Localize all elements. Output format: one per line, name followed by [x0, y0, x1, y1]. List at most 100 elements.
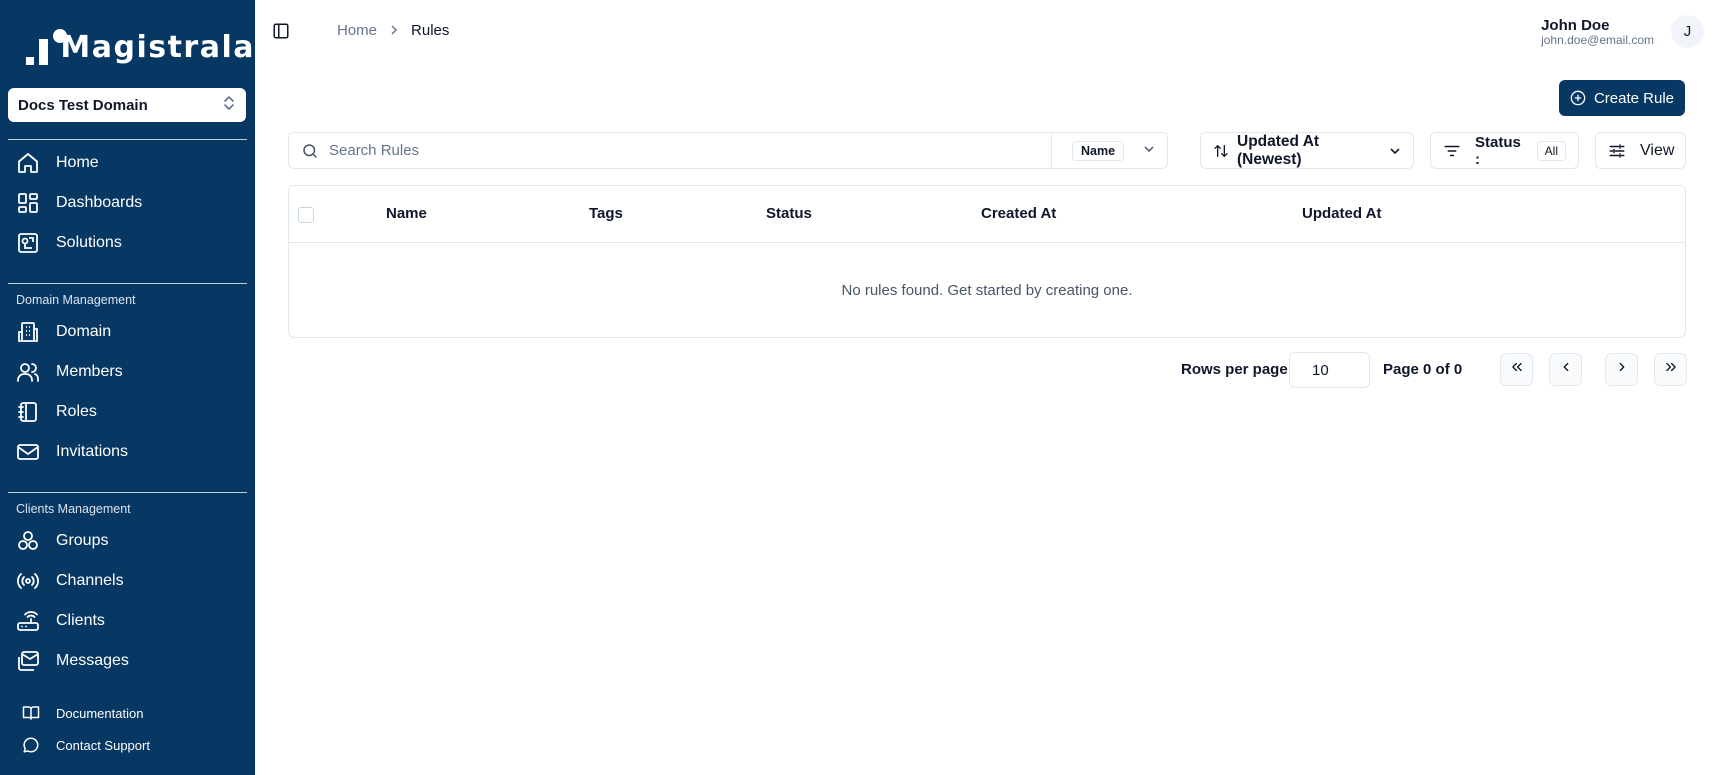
sidebar-item-groups[interactable]: Groups	[0, 523, 255, 559]
sidebar-item-label: Contact Support	[56, 737, 150, 753]
sidebar-divider	[8, 492, 247, 493]
radio-icon	[16, 569, 40, 593]
sidebar-item-clients[interactable]: Clients	[0, 603, 255, 639]
sidebar-item-channels[interactable]: Channels	[0, 563, 255, 599]
search-field-select[interactable]: Name	[1051, 133, 1167, 168]
table-header: Name Tags Status Created At Updated At	[289, 186, 1685, 243]
sidebar-divider	[8, 283, 247, 284]
page-indicator: Page 0 of 0	[1383, 361, 1463, 378]
home-icon	[16, 151, 40, 175]
magistrala-logo-icon	[26, 29, 67, 65]
notebook-icon	[16, 400, 40, 424]
pagination: Rows per page 10 Page 0 of 0	[255, 352, 1717, 388]
sort-button[interactable]: Updated At (Newest)	[1200, 132, 1414, 169]
create-rule-label: Create Rule	[1593, 89, 1675, 107]
chat-icon	[22, 736, 40, 754]
sidebar-item-domain[interactable]: Domain	[0, 314, 255, 350]
filter-icon	[1443, 142, 1461, 160]
messages-icon	[16, 649, 40, 673]
main-content: Home Rules John Doe john.doe@email.com J…	[255, 0, 1717, 775]
sidebar-item-documentation[interactable]: Documentation	[0, 700, 255, 726]
column-header-status[interactable]: Status	[766, 205, 812, 222]
last-page-button[interactable]	[1654, 353, 1687, 386]
select-all-checkbox[interactable]	[298, 207, 314, 223]
sidebar-item-label: Members	[56, 363, 123, 380]
sidebar-toggle-icon[interactable]	[272, 22, 292, 42]
search-bar: Name	[288, 132, 1168, 169]
sidebar-item-dashboards[interactable]: Dashboards	[0, 185, 255, 221]
view-label: View	[1640, 141, 1675, 159]
domain-selector[interactable]: Docs Test Domain	[8, 88, 246, 122]
chevron-down-icon	[1389, 145, 1401, 157]
logo[interactable]: Magistrala	[0, 0, 255, 94]
section-label-domain-management: Domain Management	[16, 293, 136, 307]
user-info[interactable]: John Doe john.doe@email.com	[1541, 17, 1654, 47]
rows-per-page-label: Rows per page	[1181, 361, 1288, 378]
sidebar-item-home[interactable]: Home	[0, 145, 255, 181]
brand-name: Magistrala	[60, 29, 255, 65]
sidebar: Magistrala Docs Test Domain Home Dashboa…	[0, 0, 255, 775]
users-icon	[16, 360, 40, 384]
section-label-clients-management: Clients Management	[16, 502, 131, 516]
column-header-tags[interactable]: Tags	[589, 205, 623, 222]
sort-arrows-icon	[1213, 143, 1229, 159]
sidebar-item-label: Channels	[56, 572, 124, 589]
sidebar-item-label: Invitations	[56, 443, 129, 460]
search-field-value: Name	[1072, 140, 1125, 161]
breadcrumb: Home Rules	[337, 22, 449, 39]
sidebar-item-label: Groups	[56, 532, 109, 549]
router-icon	[16, 609, 40, 633]
chevrons-up-down-icon	[222, 95, 236, 115]
plus-circle-icon	[1570, 90, 1586, 106]
sliders-icon	[1608, 142, 1626, 160]
empty-state-message: No rules found. Get started by creating …	[841, 282, 1133, 299]
user-email: john.doe@email.com	[1541, 33, 1654, 47]
sidebar-item-invitations[interactable]: Invitations	[0, 434, 255, 470]
chevron-right-icon	[1615, 360, 1629, 379]
sidebar-item-label: Roles	[56, 403, 97, 420]
sidebar-item-label: Solutions	[56, 234, 122, 251]
sidebar-item-label: Domain	[56, 323, 112, 340]
column-header-created-at[interactable]: Created At	[981, 205, 1056, 222]
dashboard-icon	[16, 191, 40, 215]
chevron-down-icon	[1143, 142, 1155, 160]
chevron-left-icon	[1559, 360, 1573, 379]
book-icon	[22, 704, 40, 722]
column-header-updated-at[interactable]: Updated At	[1302, 205, 1381, 222]
search-icon	[301, 142, 319, 160]
sidebar-item-label: Documentation	[56, 705, 144, 721]
domain-selector-value: Docs Test Domain	[18, 96, 148, 114]
rows-per-page-value: 10	[1312, 361, 1329, 379]
sidebar-item-solutions[interactable]: Solutions	[0, 225, 255, 261]
breadcrumb-home-link[interactable]: Home	[337, 22, 377, 39]
mail-icon	[16, 440, 40, 464]
sidebar-item-label: Dashboards	[56, 194, 143, 211]
next-page-button[interactable]	[1605, 353, 1638, 386]
chevrons-left-icon	[1510, 360, 1524, 379]
sidebar-item-label: Clients	[56, 612, 105, 629]
building-icon	[16, 320, 40, 344]
view-options-button[interactable]: View	[1595, 132, 1686, 169]
sidebar-item-label: Messages	[56, 652, 129, 669]
rows-per-page-select[interactable]: 10	[1289, 352, 1370, 388]
sidebar-item-messages[interactable]: Messages	[0, 643, 255, 679]
column-header-name[interactable]: Name	[386, 205, 427, 222]
search-input[interactable]	[329, 133, 1051, 168]
sidebar-item-roles[interactable]: Roles	[0, 394, 255, 430]
solutions-icon	[16, 231, 40, 255]
sort-label: Updated At (Newest)	[1237, 132, 1320, 168]
chevrons-right-icon	[1664, 360, 1678, 379]
sidebar-item-members[interactable]: Members	[0, 354, 255, 390]
chevron-right-icon	[389, 23, 399, 38]
first-page-button[interactable]	[1500, 353, 1533, 386]
avatar[interactable]: J	[1671, 15, 1704, 48]
previous-page-button[interactable]	[1549, 353, 1582, 386]
status-filter-button[interactable]: Status : All	[1430, 132, 1579, 169]
sidebar-divider	[8, 139, 247, 140]
create-rule-button[interactable]: Create Rule	[1559, 80, 1685, 116]
status-filter-value: All	[1536, 140, 1566, 161]
sidebar-item-contact-support[interactable]: Contact Support	[0, 732, 255, 758]
sidebar-item-label: Home	[56, 154, 99, 171]
breadcrumb-current: Rules	[411, 22, 450, 39]
status-filter-label: Status :	[1475, 133, 1521, 168]
